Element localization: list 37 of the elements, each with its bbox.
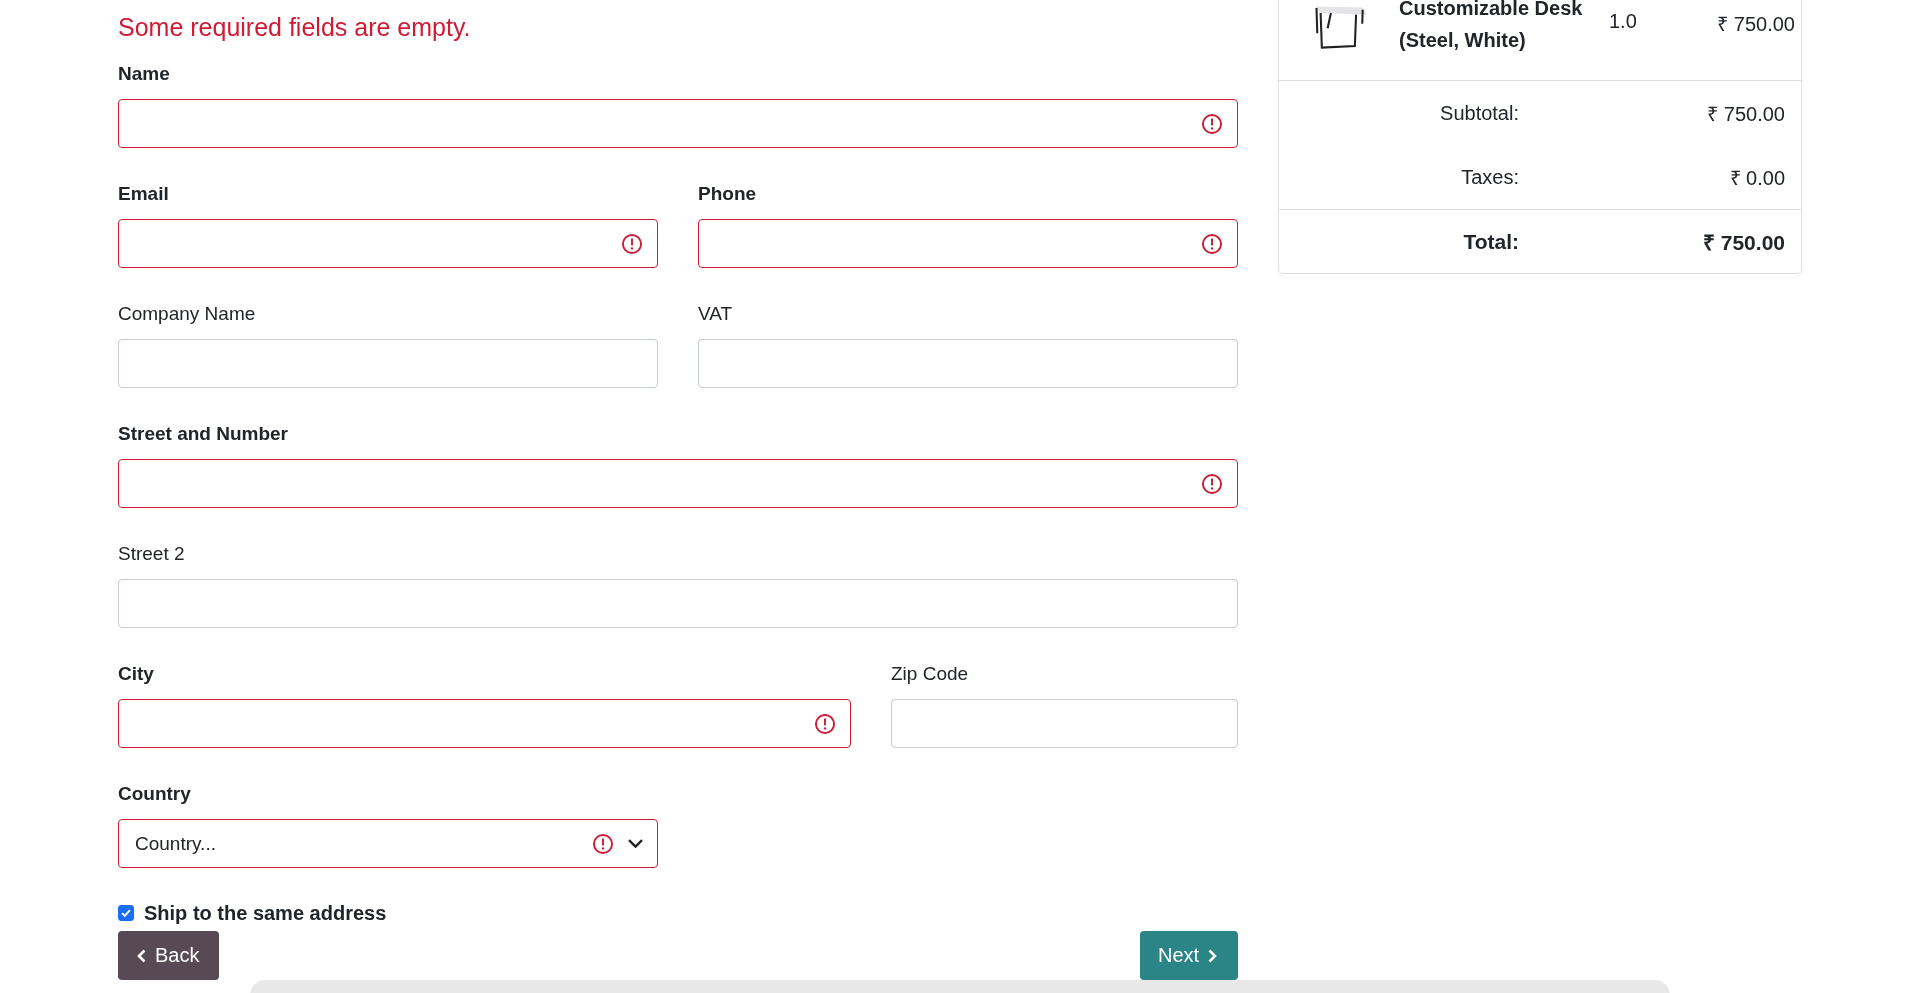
input-field[interactable] xyxy=(118,459,1238,508)
field-label: Phone xyxy=(698,182,758,206)
taxes-value: ₹ 0.00 xyxy=(1728,166,1785,191)
total-label: Total: xyxy=(1462,229,1519,254)
field-label: Country xyxy=(118,782,192,806)
input-field[interactable] xyxy=(698,219,1238,268)
error-icon xyxy=(621,232,643,255)
field-label: Street 2 xyxy=(118,542,186,566)
taxes-label: Taxes: xyxy=(1460,166,1519,189)
input-field[interactable] xyxy=(118,699,851,748)
input-field[interactable] xyxy=(118,99,1238,148)
next-button[interactable]: Next xyxy=(1140,931,1238,980)
error-icon xyxy=(814,712,836,735)
country-select[interactable]: Country... xyxy=(118,819,658,868)
input-field[interactable] xyxy=(118,219,658,268)
total-value: ₹ 750.00 xyxy=(1701,229,1785,256)
subtotal-value: ₹ 750.00 xyxy=(1706,102,1785,127)
product-price: ₹ 750.00 xyxy=(1717,12,1795,37)
subtotal-label: Subtotal: xyxy=(1439,102,1519,125)
product-name: Customizable Desk (Steel, White) xyxy=(1399,0,1584,53)
checkbox-label: Ship to the same address xyxy=(144,901,387,925)
chevron-down-icon xyxy=(628,839,643,848)
error-icon xyxy=(592,832,614,855)
field-label: Company Name xyxy=(118,302,257,326)
error-icon xyxy=(1201,472,1223,495)
field-label: Zip Code xyxy=(891,662,970,686)
checkbox[interactable] xyxy=(118,905,134,921)
field-label: City xyxy=(118,662,155,686)
error-icon xyxy=(1201,112,1223,135)
error-icon xyxy=(1201,232,1223,255)
field-label: Email xyxy=(118,182,170,206)
back-button[interactable]: Back xyxy=(118,931,219,980)
field-label: VAT xyxy=(698,302,734,326)
product-quantity: 1.0 xyxy=(1609,10,1638,33)
field-label: Street and Number xyxy=(118,422,289,446)
field-label: Name xyxy=(118,62,171,86)
error-message: Some required fields are empty. xyxy=(118,12,472,43)
